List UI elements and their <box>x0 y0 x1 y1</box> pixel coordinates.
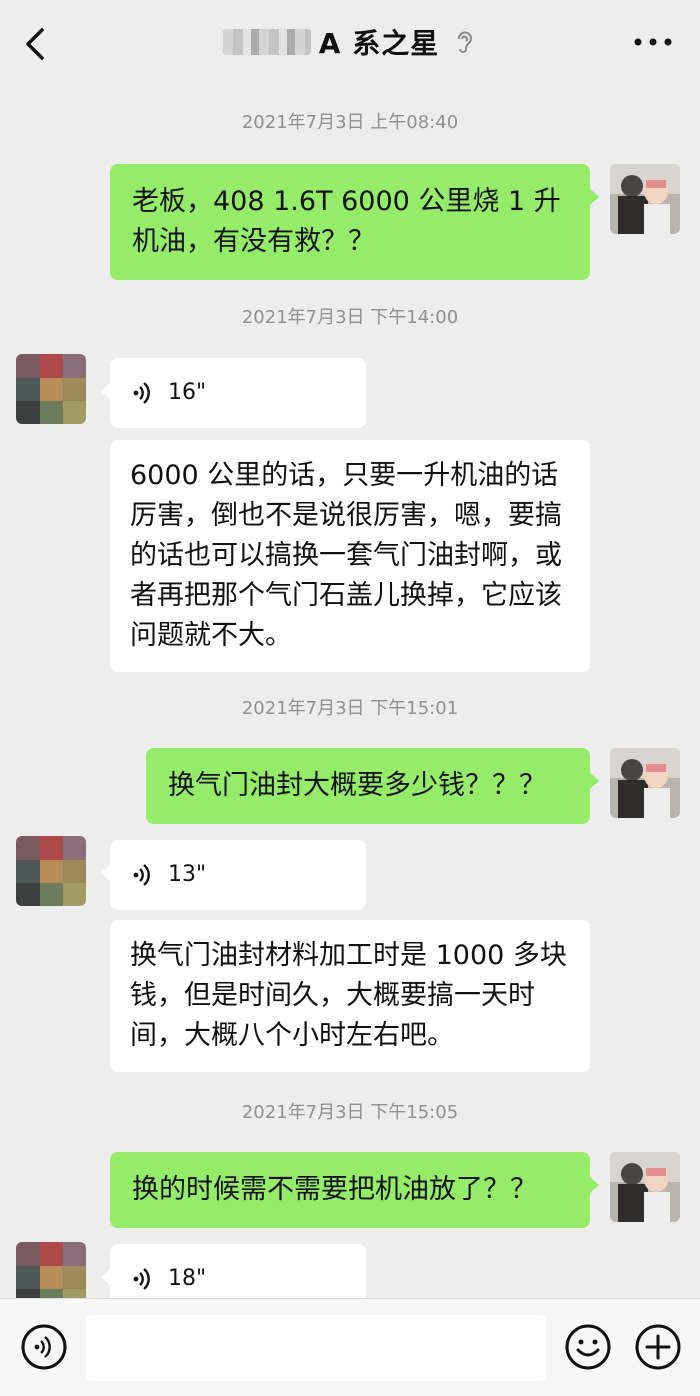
more-dots-icon[interactable] <box>630 32 676 52</box>
timestamp: 2021年7月3日 下午15:05 <box>241 1102 459 1123</box>
timestamp: 2021年7月3日 下午14:00 <box>241 307 459 328</box>
emoji-icon[interactable] <box>564 1323 612 1371</box>
message-text: 换气门油封大概要多少钱？？？ <box>168 770 546 801</box>
avatar-self[interactable] <box>610 748 680 818</box>
chat-screen: A 系之星 2021年7月3日 上午08:40 老板，408 1.6T 6000… <box>0 0 700 1396</box>
timestamp: 2021年7月3日 下午15:01 <box>241 698 459 719</box>
avatar-pixelated <box>16 836 86 906</box>
message-sent[interactable]: 老板，408 1.6T 6000 公里烧 1 升机油，有没有救？？ <box>110 164 599 280</box>
chat-header: A 系之星 <box>0 0 700 86</box>
message-text: 换的时候需不需要把机油放了？？ <box>132 1174 537 1205</box>
avatar-photo <box>610 1152 680 1222</box>
voice-wave-icon <box>133 382 150 404</box>
message-input[interactable] <box>86 1315 546 1381</box>
voice-input-toggle-icon[interactable] <box>20 1323 68 1371</box>
voice-message[interactable]: 13" <box>101 840 366 910</box>
message-sent[interactable]: 换的时候需不需要把机油放了？？ <box>110 1152 599 1228</box>
message-received[interactable]: 换气门油封材料加工时是 1000 多块钱，但是时间久，大概要搞一天时间，大概八个… <box>110 920 590 1072</box>
avatar-pixelated <box>16 354 86 424</box>
timestamp: 2021年7月3日 上午08:40 <box>241 112 459 133</box>
message-received[interactable]: 6000 公里的话，只要一升机油的话厉害，倒也不是说很厉害，嗯，要搞的话也可以搞… <box>110 440 590 672</box>
message-sent[interactable]: 换气门油封大概要多少钱？？？ <box>146 748 599 824</box>
title-redaction <box>222 29 311 55</box>
avatar-photo <box>610 164 680 234</box>
message-text: 老板，408 1.6T 6000 公里烧 1 升机油，有没有救？？ <box>132 186 561 257</box>
chat-title-area: A 系之星 <box>0 22 700 62</box>
message-text: 换气门油封材料加工时是 1000 多块钱，但是时间久，大概要搞一天时间，大概八个… <box>130 940 567 1051</box>
input-bar <box>0 1298 700 1396</box>
avatar-self[interactable] <box>610 1152 680 1222</box>
voice-wave-icon <box>133 1268 150 1290</box>
message-text: 6000 公里的话，只要一升机油的话厉害，倒也不是说很厉害，嗯，要搞的话也可以搞… <box>130 460 562 651</box>
avatar-photo <box>610 748 680 818</box>
voice-duration: 13" <box>168 862 207 887</box>
chat-title: A 系之星 <box>318 27 440 60</box>
voice-duration: 16" <box>168 380 207 405</box>
avatar-contact[interactable] <box>16 354 86 424</box>
avatar-contact[interactable] <box>16 836 86 906</box>
voice-wave-icon <box>133 864 150 886</box>
avatar-self[interactable] <box>610 164 680 234</box>
plus-icon[interactable] <box>634 1323 682 1371</box>
voice-message[interactable]: 16" <box>101 358 366 428</box>
voice-duration: 18" <box>168 1266 207 1291</box>
ear-icon <box>458 31 473 53</box>
